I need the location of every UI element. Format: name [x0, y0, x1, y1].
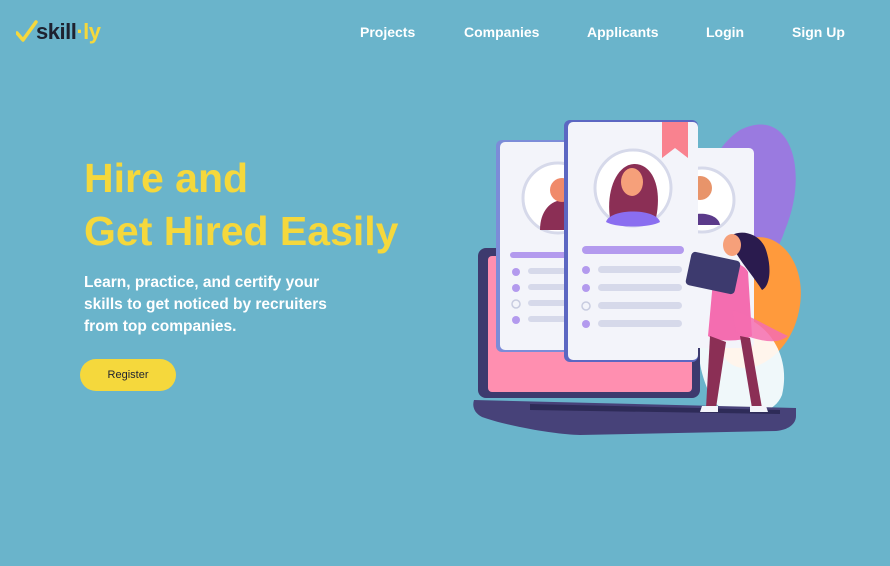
register-button[interactable]: Register [80, 359, 176, 391]
recruitment-profiles-illustration [473, 120, 801, 435]
hero-description: Learn, practice, and certify your skills… [84, 272, 354, 338]
hero-description-line-1: Learn, practice, and certify your [84, 274, 320, 291]
nav-link-projects[interactable]: Projects [360, 23, 415, 41]
nav-link-sign-up[interactable]: Sign Up [792, 23, 845, 41]
hero-title-line-1: Hire and [84, 155, 249, 201]
hero-description-line-3: from top companies. [84, 318, 237, 335]
nav-link-login[interactable]: Login [706, 23, 744, 41]
hero-title-line-2: Get Hired Easily [84, 208, 399, 254]
hero-title: Hire and Get Hired Easily [84, 152, 398, 258]
nav-link-applicants[interactable]: Applicants [587, 23, 659, 41]
top-nav: Projects Companies Applicants Login Sign… [0, 23, 890, 41]
nav-link-companies[interactable]: Companies [464, 23, 539, 41]
hero-description-line-2: skills to get noticed by recruiters [84, 296, 327, 313]
